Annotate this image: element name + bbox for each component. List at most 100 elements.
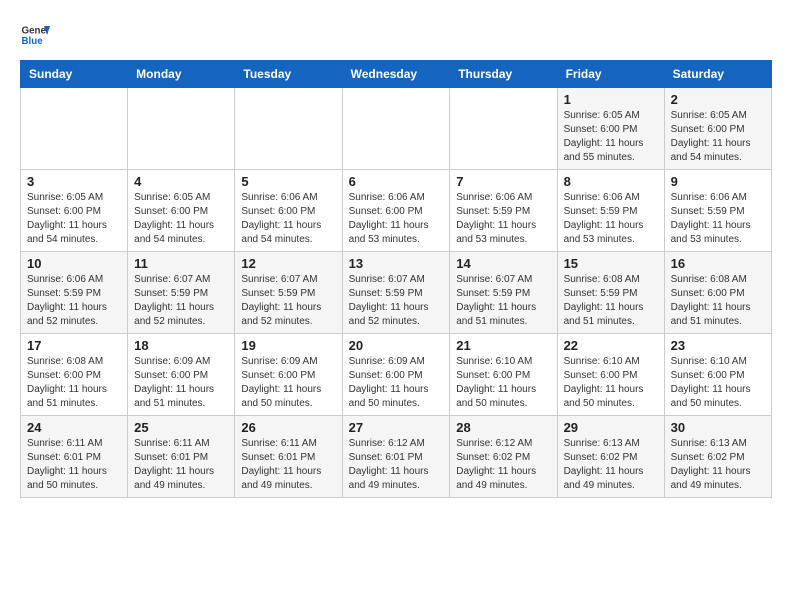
day-info: Sunrise: 6:09 AMSunset: 6:00 PMDaylight:… [134, 355, 228, 411]
day-info: Sunrise: 6:09 AMSunset: 6:00 PMDaylight:… [349, 355, 444, 411]
calendar-cell: 27Sunrise: 6:12 AMSunset: 6:01 PMDayligh… [342, 416, 450, 498]
calendar-cell: 4Sunrise: 6:05 AMSunset: 6:00 PMDaylight… [128, 170, 235, 252]
calendar-cell: 29Sunrise: 6:13 AMSunset: 6:02 PMDayligh… [557, 416, 664, 498]
day-info: Sunrise: 6:13 AMSunset: 6:02 PMDaylight:… [564, 437, 658, 493]
calendar-cell: 23 Sunrise: 6:10 AMSunset: 6:00 PMDayligh… [664, 334, 771, 416]
calendar-cell: 24 Sunrise: 6:11 AMSunset: 6:01 PMDayligh… [21, 416, 128, 498]
day-number: 21 [456, 338, 550, 353]
calendar-cell: 9 Sunrise: 6:06 AMSunset: 5:59 PMDaylight… [664, 170, 771, 252]
svg-text:Blue: Blue [22, 36, 44, 47]
day-number: 19 [241, 338, 335, 353]
day-info: Sunrise: 6:08 AMSunset: 6:00 PMDaylight:… [27, 355, 121, 411]
calendar-cell: 3 Sunrise: 6:05 AMSunset: 6:00 PMDaylight… [21, 170, 128, 252]
calendar-cell: 21 Sunrise: 6:10 AMSunset: 6:00 PMDayligh… [450, 334, 557, 416]
calendar-cell: 16Sunrise: 6:08 AMSunset: 6:00 PMDayligh… [664, 252, 771, 334]
calendar-cell [21, 88, 128, 170]
day-number: 11 [134, 256, 228, 271]
calendar-week-4: 17 Sunrise: 6:08 AMSunset: 6:00 PMDayligh… [21, 334, 772, 416]
day-info: Sunrise: 6:10 AMSunset: 6:00 PMDaylight:… [564, 355, 658, 411]
day-header-thursday: Thursday [450, 61, 557, 88]
day-info: Sunrise: 6:09 AMSunset: 6:00 PMDaylight:… [241, 355, 335, 411]
calendar-cell: 20 Sunrise: 6:09 AMSunset: 6:00 PMDayligh… [342, 334, 450, 416]
calendar-cell: 1 Sunrise: 6:05 AMSunset: 6:00 PMDaylight… [557, 88, 664, 170]
day-info: Sunrise: 6:07 AMSunset: 5:59 PMDaylight:… [134, 273, 228, 329]
day-number: 9 [671, 174, 765, 189]
day-number: 4 [134, 174, 228, 189]
day-number: 14 [456, 256, 550, 271]
calendar-cell: 5 Sunrise: 6:06 AMSunset: 6:00 PMDaylight… [235, 170, 342, 252]
calendar-week-1: 1 Sunrise: 6:05 AMSunset: 6:00 PMDaylight… [21, 88, 772, 170]
day-info: Sunrise: 6:07 AMSunset: 5:59 PMDaylight:… [456, 273, 550, 329]
day-number: 2 [671, 92, 765, 107]
calendar-cell: 7 Sunrise: 6:06 AMSunset: 5:59 PMDaylight… [450, 170, 557, 252]
day-info: Sunrise: 6:11 AMSunset: 6:01 PMDaylight:… [27, 437, 121, 493]
day-number: 30 [671, 420, 765, 435]
day-number: 6 [349, 174, 444, 189]
day-info: Sunrise: 6:08 AMSunset: 6:00 PMDaylight:… [671, 273, 765, 329]
day-info: Sunrise: 6:07 AMSunset: 5:59 PMDaylight:… [349, 273, 444, 329]
calendar-header: SundayMondayTuesdayWednesdayThursdayFrid… [21, 61, 772, 88]
day-info: Sunrise: 6:05 AMSunset: 6:00 PMDaylight:… [27, 191, 121, 247]
day-number: 3 [27, 174, 121, 189]
logo: General Blue [20, 20, 50, 50]
calendar-cell: 26 Sunrise: 6:11 AMSunset: 6:01 PMDayligh… [235, 416, 342, 498]
day-info: Sunrise: 6:11 AMSunset: 6:01 PMDaylight:… [241, 437, 335, 493]
day-info: Sunrise: 6:06 AMSunset: 5:59 PMDaylight:… [27, 273, 121, 329]
day-info: Sunrise: 6:06 AMSunset: 6:00 PMDaylight:… [349, 191, 444, 247]
calendar-cell: 10 Sunrise: 6:06 AMSunset: 5:59 PMDayligh… [21, 252, 128, 334]
page-header: General Blue [20, 20, 772, 50]
day-info: Sunrise: 6:12 AMSunset: 6:01 PMDaylight:… [349, 437, 444, 493]
calendar-cell [342, 88, 450, 170]
day-header-sunday: Sunday [21, 61, 128, 88]
day-number: 17 [27, 338, 121, 353]
day-info: Sunrise: 6:06 AMSunset: 5:59 PMDaylight:… [564, 191, 658, 247]
day-number: 7 [456, 174, 550, 189]
calendar-table: SundayMondayTuesdayWednesdayThursdayFrid… [20, 60, 772, 498]
day-number: 8 [564, 174, 658, 189]
calendar-cell [128, 88, 235, 170]
day-header-monday: Monday [128, 61, 235, 88]
calendar-cell: 25Sunrise: 6:11 AMSunset: 6:01 PMDayligh… [128, 416, 235, 498]
day-info: Sunrise: 6:10 AMSunset: 6:00 PMDaylight:… [671, 355, 765, 411]
day-number: 28 [456, 420, 550, 435]
calendar-week-3: 10 Sunrise: 6:06 AMSunset: 5:59 PMDayligh… [21, 252, 772, 334]
calendar-cell [235, 88, 342, 170]
day-info: Sunrise: 6:08 AMSunset: 5:59 PMDaylight:… [564, 273, 658, 329]
day-info: Sunrise: 6:06 AMSunset: 6:00 PMDaylight:… [241, 191, 335, 247]
day-info: Sunrise: 6:06 AMSunset: 5:59 PMDaylight:… [671, 191, 765, 247]
calendar-cell [450, 88, 557, 170]
day-number: 20 [349, 338, 444, 353]
day-number: 24 [27, 420, 121, 435]
calendar-cell: 17 Sunrise: 6:08 AMSunset: 6:00 PMDayligh… [21, 334, 128, 416]
day-number: 5 [241, 174, 335, 189]
calendar-cell: 19 Sunrise: 6:09 AMSunset: 6:00 PMDayligh… [235, 334, 342, 416]
calendar-cell: 30 Sunrise: 6:13 AMSunset: 6:02 PMDayligh… [664, 416, 771, 498]
day-number: 26 [241, 420, 335, 435]
calendar-week-5: 24 Sunrise: 6:11 AMSunset: 6:01 PMDayligh… [21, 416, 772, 498]
day-header-tuesday: Tuesday [235, 61, 342, 88]
calendar-cell: 2 Sunrise: 6:05 AMSunset: 6:00 PMDaylight… [664, 88, 771, 170]
day-info: Sunrise: 6:13 AMSunset: 6:02 PMDaylight:… [671, 437, 765, 493]
calendar-cell: 11 Sunrise: 6:07 AMSunset: 5:59 PMDayligh… [128, 252, 235, 334]
day-number: 1 [564, 92, 658, 107]
calendar-cell: 6 Sunrise: 6:06 AMSunset: 6:00 PMDaylight… [342, 170, 450, 252]
calendar-cell: 18 Sunrise: 6:09 AMSunset: 6:00 PMDayligh… [128, 334, 235, 416]
day-info: Sunrise: 6:05 AMSunset: 6:00 PMDaylight:… [564, 109, 658, 165]
day-info: Sunrise: 6:10 AMSunset: 6:00 PMDaylight:… [456, 355, 550, 411]
calendar-cell: 13 Sunrise: 6:07 AMSunset: 5:59 PMDayligh… [342, 252, 450, 334]
calendar-cell: 15 Sunrise: 6:08 AMSunset: 5:59 PMDayligh… [557, 252, 664, 334]
calendar-cell: 8 Sunrise: 6:06 AMSunset: 5:59 PMDaylight… [557, 170, 664, 252]
day-info: Sunrise: 6:07 AMSunset: 5:59 PMDaylight:… [241, 273, 335, 329]
day-number: 15 [564, 256, 658, 271]
calendar-cell: 12 Sunrise: 6:07 AMSunset: 5:59 PMDayligh… [235, 252, 342, 334]
day-number: 13 [349, 256, 444, 271]
day-info: Sunrise: 6:06 AMSunset: 5:59 PMDaylight:… [456, 191, 550, 247]
day-number: 18 [134, 338, 228, 353]
day-header-friday: Friday [557, 61, 664, 88]
day-number: 23 [671, 338, 765, 353]
calendar-cell: 28Sunrise: 6:12 AMSunset: 6:02 PMDayligh… [450, 416, 557, 498]
logo-icon: General Blue [20, 20, 50, 50]
day-number: 10 [27, 256, 121, 271]
day-number: 12 [241, 256, 335, 271]
day-info: Sunrise: 6:05 AMSunset: 6:00 PMDaylight:… [671, 109, 765, 165]
